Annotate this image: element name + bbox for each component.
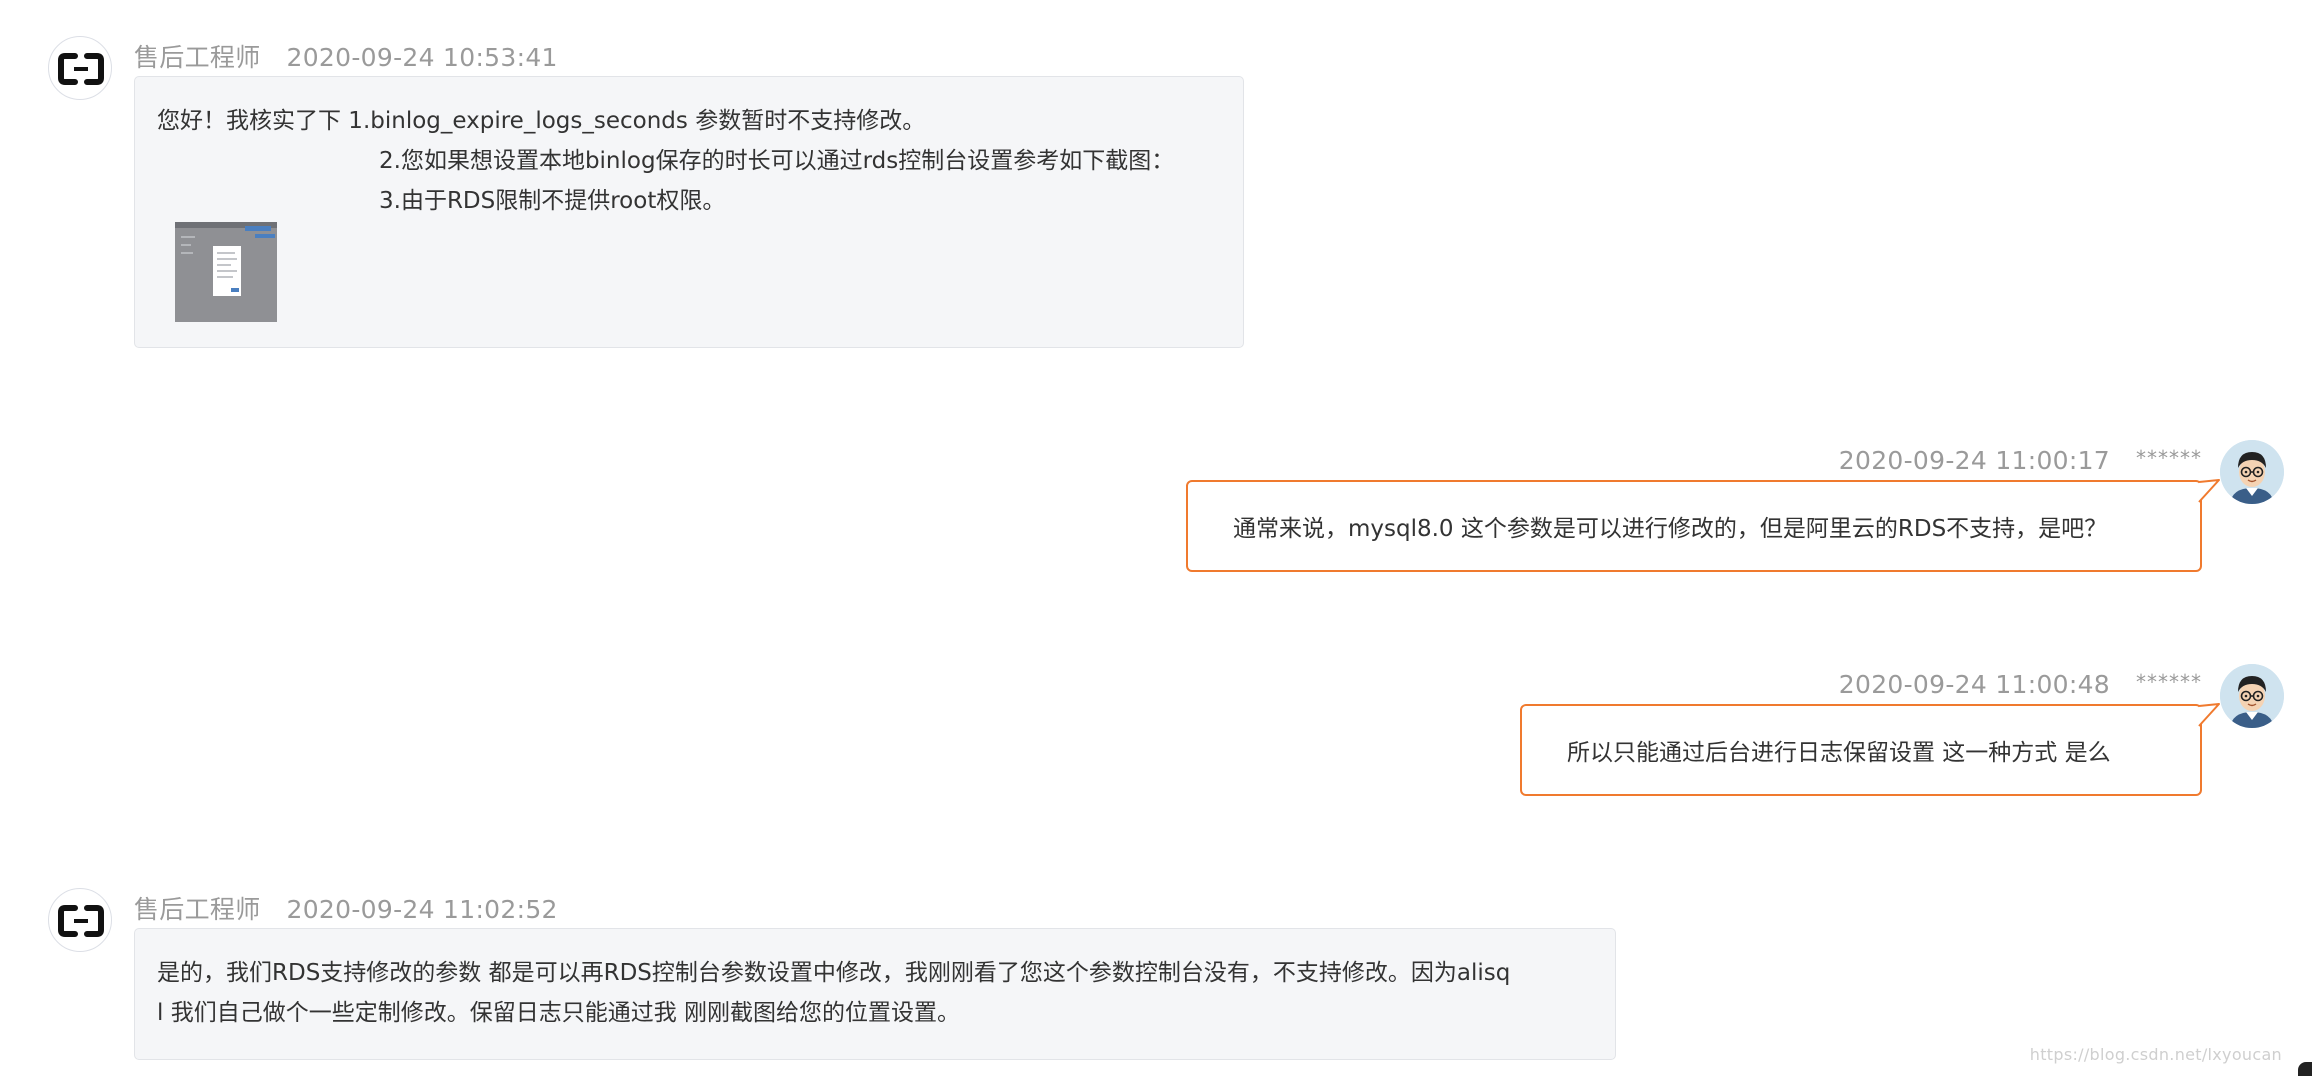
message-time: 2020-09-24 11:00:48	[1838, 670, 2110, 699]
agent-message-bubble: 您好！我核实了下 1.binlog_expire_logs_seconds 参数…	[134, 76, 1244, 348]
corner-widget-icon	[2298, 1062, 2312, 1076]
sender-name: 售后工程师	[134, 895, 261, 924]
screenshot-preview-icon	[175, 222, 277, 322]
bubble-tail	[2198, 479, 2220, 503]
message-meta: 2020-09-24 11:00:17 ******	[1839, 446, 2202, 475]
screenshot-thumbnail[interactable]	[175, 222, 277, 322]
message-text: 所以只能通过后台进行日志保留设置 这一种方式 是么	[1567, 740, 2111, 766]
message-line: 3.由于RDS限制不提供root权限。	[379, 188, 726, 214]
message-meta: 2020-09-24 11:00:48 ******	[1839, 670, 2202, 699]
message-time: 2020-09-24 11:00:17	[1838, 446, 2110, 475]
user-avatar	[2220, 440, 2284, 504]
message-line: 2.您如果想设置本地binlog保存的时长可以通过rds控制台设置参考如下截图：	[379, 148, 1175, 174]
aliyun-logo-icon	[58, 905, 104, 937]
user-name-masked: ******	[2136, 670, 2202, 694]
aliyun-logo-icon	[58, 53, 104, 85]
user-message-bubble: 通常来说，mysql8.0 这个参数是可以进行修改的，但是阿里云的RDS不支持，…	[1186, 480, 2202, 572]
message-line: 您好！我核实了下 1.binlog_expire_logs_seconds 参数…	[157, 108, 926, 134]
message-line: 是的，我们RDS支持修改的参数 都是可以再RDS控制台参数设置中修改，我刚刚看了…	[157, 960, 1511, 986]
agent-avatar	[48, 36, 112, 100]
user-name-masked: ******	[2136, 446, 2202, 470]
message-time: 2020-09-24 11:02:52	[286, 895, 558, 924]
user-cartoon-icon	[2220, 664, 2284, 728]
agent-avatar	[48, 888, 112, 952]
agent-message-bubble: 是的，我们RDS支持修改的参数 都是可以再RDS控制台参数设置中修改，我刚刚看了…	[134, 928, 1616, 1060]
user-avatar	[2220, 664, 2284, 728]
message-line: l 我们自己做个一些定制修改。保留日志只能通过我 刚刚截图给您的位置设置。	[157, 1000, 961, 1026]
message-time: 2020-09-24 10:53:41	[286, 43, 558, 72]
watermark: https://blog.csdn.net/lxyoucan	[2029, 1045, 2282, 1064]
message-meta: 售后工程师 2020-09-24 10:53:41	[134, 38, 558, 74]
sender-name: 售后工程师	[134, 43, 261, 72]
user-cartoon-icon	[2220, 440, 2284, 504]
user-message-bubble: 所以只能通过后台进行日志保留设置 这一种方式 是么	[1520, 704, 2202, 796]
bubble-tail	[2198, 703, 2220, 727]
message-text: 通常来说，mysql8.0 这个参数是可以进行修改的，但是阿里云的RDS不支持，…	[1233, 516, 2108, 542]
message-meta: 售后工程师 2020-09-24 11:02:52	[134, 890, 558, 926]
